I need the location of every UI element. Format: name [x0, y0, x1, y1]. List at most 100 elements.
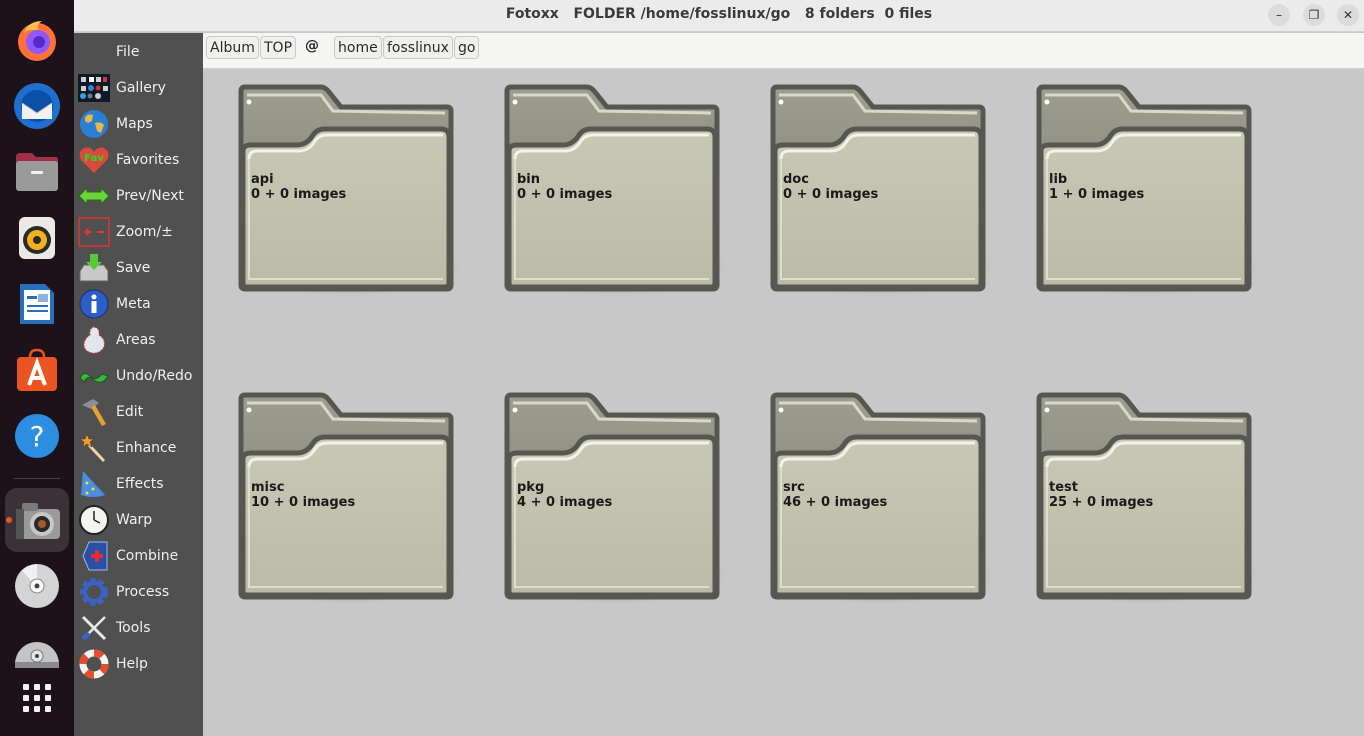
folder-tile[interactable]: src 46 + 0 images — [761, 387, 993, 609]
minimize-button[interactable]: – — [1268, 4, 1290, 26]
menu-label: Meta — [116, 296, 151, 312]
path-fosslinux-button[interactable]: fosslinux — [383, 36, 453, 59]
folder-name: bin — [517, 172, 541, 187]
folder-name: misc — [251, 480, 285, 495]
menu-prev-next[interactable]: Prev/Next — [78, 179, 200, 213]
menu-label: Warp — [116, 512, 153, 528]
dock-fotoxx[interactable] — [5, 488, 69, 552]
gallery-icon — [78, 72, 110, 104]
menu-label: Edit — [116, 404, 144, 420]
dock-help[interactable]: ? — [5, 404, 69, 468]
dock-thunderbird[interactable] — [5, 74, 69, 138]
folder-gallery: api 0 + 0 images bin 0 + 0 images doc 0 + 0… — [203, 69, 1364, 736]
save-drive-icon — [78, 252, 110, 284]
folder-tile[interactable]: pkg 4 + 0 images — [495, 387, 727, 609]
folder-image-count: 0 + 0 images — [517, 187, 613, 202]
menu-areas[interactable]: Areas — [78, 323, 200, 357]
camera-icon — [16, 503, 60, 539]
menu-label: Enhance — [116, 440, 177, 456]
window-title: Fotoxx FOLDER /home/fosslinux/go 8 folde… — [505, 6, 933, 22]
svg-text:?: ? — [30, 420, 45, 453]
file-icon — [78, 36, 110, 68]
app-grid-icon — [23, 684, 51, 712]
globe-icon — [78, 108, 110, 140]
app-center-icon — [17, 348, 57, 391]
dock-files[interactable] — [5, 140, 69, 204]
menu-favorites[interactable]: Fav Favorites — [78, 143, 200, 177]
menu-label: Maps — [116, 116, 153, 132]
writer-icon — [20, 284, 54, 324]
window-titlebar[interactable]: Fotoxx FOLDER /home/fosslinux/go 8 folde… — [74, 0, 1364, 32]
menu-process[interactable]: Process — [78, 575, 200, 609]
menu-label: File — [116, 44, 140, 60]
rhythmbox-icon — [19, 217, 55, 259]
menu-label: Combine — [116, 548, 179, 564]
maximize-button[interactable]: ❐ — [1303, 4, 1325, 26]
clock-icon — [78, 504, 110, 536]
folder-tile[interactable]: lib 1 + 0 images — [1027, 79, 1259, 301]
menu-label: Favorites — [116, 152, 180, 168]
menu-tools[interactable]: Tools — [78, 611, 200, 645]
folder-image-count: 1 + 0 images — [1049, 187, 1145, 202]
folder-image-count: 0 + 0 images — [251, 187, 347, 202]
folder-image-count: 0 + 0 images — [783, 187, 879, 202]
menu-label: Tools — [116, 620, 151, 636]
dock-app-center[interactable] — [5, 338, 69, 402]
undo-redo-icon — [78, 360, 110, 392]
menu-label: Undo/Redo — [116, 368, 193, 384]
tool-panel: File Gallery Maps Fav Favorites Prev/Nex… — [74, 33, 203, 736]
dock-rhythmbox[interactable] — [5, 206, 69, 270]
menu-gallery[interactable]: Gallery — [78, 71, 200, 105]
dock-separator — [14, 478, 60, 479]
folder-tile[interactable]: misc 10 + 0 images — [229, 387, 461, 609]
menu-edit[interactable]: Edit — [78, 395, 200, 429]
menu-zoom[interactable]: Zoom/± — [78, 215, 200, 249]
lifebuoy-icon — [78, 648, 110, 680]
menu-combine[interactable]: Combine — [78, 539, 200, 573]
dock-firefox[interactable] — [5, 8, 69, 72]
at-symbol: @ — [305, 38, 319, 54]
folder-tile[interactable]: doc 0 + 0 images — [761, 79, 993, 301]
tools-icon — [78, 612, 110, 644]
wizard-hat-icon — [78, 468, 110, 500]
menu-meta[interactable]: Meta — [78, 287, 200, 321]
close-button[interactable]: ✕ — [1337, 4, 1359, 26]
double-arrow-icon — [78, 180, 110, 212]
menu-label: Areas — [116, 332, 156, 348]
running-indicator — [6, 517, 12, 523]
thunderbird-icon — [14, 83, 60, 129]
close-icon: ✕ — [1342, 8, 1354, 22]
menu-label: Prev/Next — [116, 188, 184, 204]
ubuntu-dock: ? — [0, 0, 74, 736]
files-icon — [16, 153, 58, 191]
menu-help[interactable]: Help — [78, 647, 200, 681]
folder-tile[interactable]: test 25 + 0 images — [1027, 387, 1259, 609]
menu-enhance[interactable]: Enhance — [78, 431, 200, 465]
magic-wand-icon — [78, 432, 110, 464]
area-select-icon — [78, 324, 110, 356]
navigation-bar: Album TOP @ home fosslinux go — [203, 33, 1364, 69]
menu-save[interactable]: Save — [78, 251, 200, 285]
album-button[interactable]: Album — [206, 36, 259, 59]
folder-image-count: 10 + 0 images — [251, 495, 356, 510]
dock-show-apps[interactable] — [5, 666, 69, 730]
menu-label: Effects — [116, 476, 164, 492]
menu-undo-redo[interactable]: Undo/Redo — [78, 359, 200, 393]
dock-disc-1[interactable] — [5, 554, 69, 618]
help-icon: ? — [15, 414, 59, 458]
folder-name: lib — [1049, 172, 1068, 187]
folder-tile[interactable]: api 0 + 0 images — [229, 79, 461, 301]
path-home-button[interactable]: home — [334, 36, 382, 59]
menu-file[interactable]: File — [78, 35, 200, 69]
path-go-button[interactable]: go — [454, 36, 480, 59]
dock-writer[interactable] — [5, 272, 69, 336]
menu-maps[interactable]: Maps — [78, 107, 200, 141]
menu-label: Zoom/± — [116, 224, 173, 240]
folder-tile[interactable]: bin 0 + 0 images — [495, 79, 727, 301]
menu-effects[interactable]: Effects — [78, 467, 200, 501]
heart-fav-icon: Fav — [78, 144, 110, 176]
menu-label: Gallery — [116, 80, 166, 96]
menu-warp[interactable]: Warp — [78, 503, 200, 537]
top-button[interactable]: TOP — [260, 36, 297, 59]
gear-icon — [78, 576, 110, 608]
